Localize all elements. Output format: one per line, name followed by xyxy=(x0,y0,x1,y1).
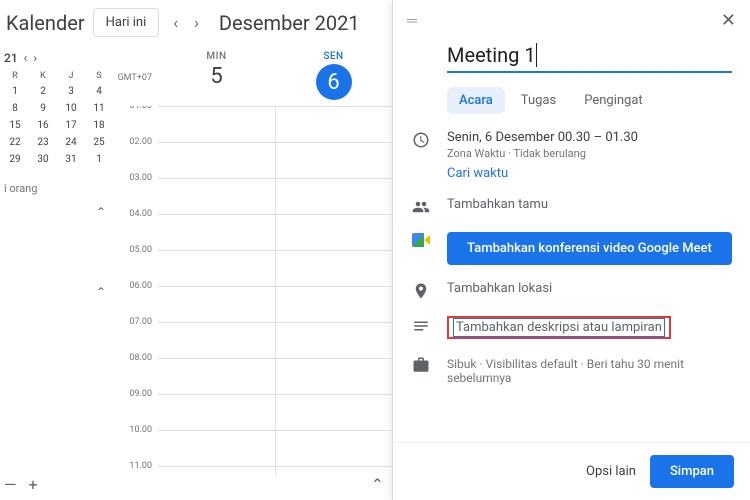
mini-day[interactable]: 17 xyxy=(58,117,84,134)
mini-day[interactable]: 4 xyxy=(86,83,112,100)
hour-label: 04.00 xyxy=(112,209,158,245)
mini-day[interactable]: 18 xyxy=(86,117,112,134)
mini-day[interactable]: 23 xyxy=(30,134,56,151)
day-column-header[interactable]: MIN 5 xyxy=(158,45,275,106)
clock-icon xyxy=(411,130,431,149)
tab-reminder[interactable]: Pengingat xyxy=(572,87,654,114)
drag-handle-icon[interactable]: ═ xyxy=(407,12,415,29)
mini-day[interactable]: 30 xyxy=(30,151,56,168)
hour-label: 08.00 xyxy=(112,353,158,389)
add-calendar-icon[interactable]: + xyxy=(29,475,38,494)
mini-cal-label: 21 xyxy=(4,51,18,65)
search-people-input[interactable]: i orang xyxy=(2,178,112,199)
section-collapse-icon[interactable]: ⌃ xyxy=(371,475,384,494)
briefcase-icon xyxy=(411,355,431,374)
event-title-input[interactable]: Meeting 1 xyxy=(447,41,732,73)
next-period-button[interactable]: › xyxy=(188,9,205,36)
hour-label: 01.00 xyxy=(112,106,158,137)
mini-day[interactable]: 24 xyxy=(58,134,84,151)
add-location-field[interactable]: Tambahkan lokasi xyxy=(447,281,732,296)
sidebar-collapse-icon[interactable]: — xyxy=(4,475,17,494)
more-options-button[interactable]: Opsi lain xyxy=(586,464,636,479)
datetime-field[interactable]: Senin, 6 Desember 00.30 – 01.30 Zona Wak… xyxy=(447,130,732,181)
guests-icon xyxy=(411,197,431,216)
mini-day[interactable]: 9 xyxy=(30,100,56,117)
hour-label: 09.00 xyxy=(112,389,158,425)
mini-day[interactable]: 25 xyxy=(86,134,112,151)
hour-label: 10.00 xyxy=(112,425,158,461)
mini-dow: K xyxy=(30,69,56,83)
availability-field[interactable]: Sibuk · Visibilitas default · Beri tahu … xyxy=(447,357,732,385)
description-icon xyxy=(411,316,431,335)
mini-dow: R xyxy=(2,69,28,83)
mini-day[interactable]: 1 xyxy=(2,83,28,100)
close-icon[interactable]: ✕ xyxy=(721,10,736,31)
today-button[interactable]: Hari ini xyxy=(93,8,160,37)
add-meet-button[interactable]: Tambahkan konferensi video Google Meet xyxy=(447,232,732,265)
mini-dow: S xyxy=(86,69,112,83)
tab-task[interactable]: Tugas xyxy=(509,87,568,114)
section-collapse-icon[interactable]: ⌃ xyxy=(2,199,112,219)
location-icon xyxy=(411,281,431,300)
month-title: Desember 2021 xyxy=(219,11,360,35)
mini-day[interactable]: 1 xyxy=(86,151,112,168)
hour-label: 03.00 xyxy=(112,173,158,209)
mini-day[interactable]: 8 xyxy=(2,100,28,117)
mini-dow: J xyxy=(58,69,84,83)
day-column-header[interactable]: SEN 6 xyxy=(275,45,392,106)
find-time-link[interactable]: Cari waktu xyxy=(447,166,508,181)
mini-day[interactable]: 11 xyxy=(86,100,112,117)
calendar-grid[interactable]: 🔁 take out the trash xyxy=(158,106,392,475)
section-collapse-icon[interactable]: ⌃ xyxy=(2,279,112,299)
prev-period-button[interactable]: ‹ xyxy=(167,9,184,36)
mini-day[interactable]: 10 xyxy=(58,100,84,117)
mini-day[interactable]: 16 xyxy=(30,117,56,134)
mini-day[interactable]: 3 xyxy=(58,83,84,100)
save-button[interactable]: Simpan xyxy=(650,455,734,488)
meet-icon xyxy=(411,232,431,247)
highlight-annotation: Tambahkan deskripsi atau lampiran xyxy=(447,316,671,339)
mini-day[interactable]: 29 xyxy=(2,151,28,168)
mini-day[interactable]: 2 xyxy=(30,83,56,100)
hour-label: 02.00 xyxy=(112,137,158,173)
tab-event[interactable]: Acara xyxy=(447,87,505,114)
app-title: Kalender xyxy=(6,11,85,35)
add-guests-field[interactable]: Tambahkan tamu xyxy=(447,197,732,212)
hour-label: 11.00 xyxy=(112,461,158,475)
mini-day[interactable]: 22 xyxy=(2,134,28,151)
timezone-label: GMT+07 xyxy=(112,45,158,106)
mini-day[interactable]: 31 xyxy=(58,151,84,168)
hour-label: 07.00 xyxy=(112,317,158,353)
hour-label: 06.00 xyxy=(112,281,158,317)
mini-next-button[interactable]: › xyxy=(33,51,37,65)
mini-prev-button[interactable]: ‹ xyxy=(24,51,28,65)
add-description-field[interactable]: Tambahkan deskripsi atau lampiran xyxy=(453,318,665,337)
hour-label: 05.00 xyxy=(112,245,158,281)
mini-day[interactable]: 15 xyxy=(2,117,28,134)
